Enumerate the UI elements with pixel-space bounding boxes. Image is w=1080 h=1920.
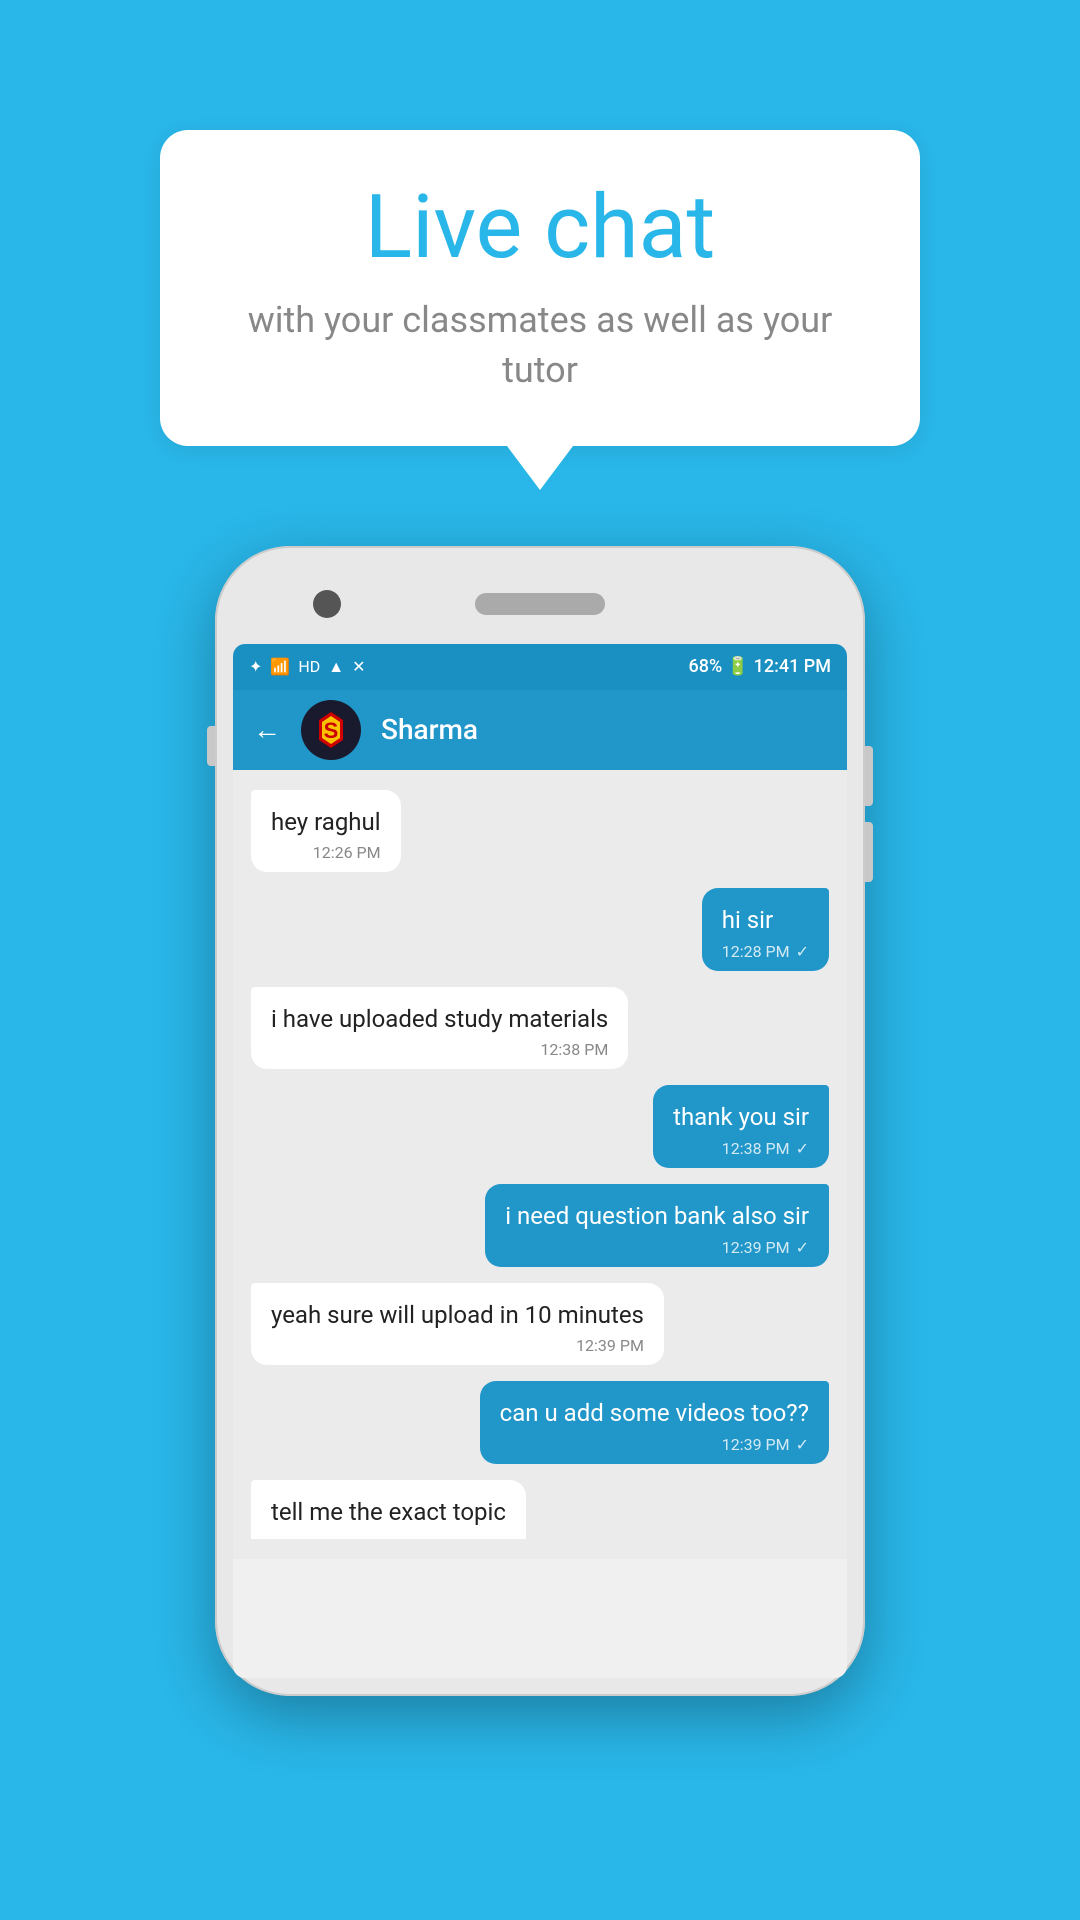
hd-label: HD — [298, 657, 320, 676]
phone-side-buttons — [865, 746, 873, 882]
message-5-time: 12:39 PM — [722, 1238, 790, 1257]
signal-icon: 📶 — [270, 657, 290, 676]
message-7: can u add some videos too?? 12:39 PM ✓ — [480, 1381, 829, 1464]
message-7-tick: ✓ — [796, 1435, 809, 1454]
status-bar: ✦ 📶 HD ▲ ✕ 68% 🔋 12:41 PM — [233, 644, 847, 690]
wifi-icon: ▲ — [328, 657, 344, 677]
message-4-time: 12:38 PM — [722, 1139, 790, 1158]
message-4-meta: 12:38 PM ✓ — [673, 1139, 809, 1158]
network-icon: ✕ — [352, 657, 365, 676]
message-5-tick: ✓ — [796, 1238, 809, 1257]
message-5-text: i need question bank also sir — [505, 1200, 809, 1234]
message-1-time: 12:26 PM — [313, 843, 381, 862]
message-2: hi sir 12:28 PM ✓ — [702, 888, 829, 971]
contact-name: Sharma — [381, 713, 478, 746]
message-6-meta: 12:39 PM — [271, 1336, 644, 1355]
message-2-time: 12:28 PM — [722, 942, 790, 961]
volume-up-button — [865, 746, 873, 806]
status-right-group: 68% 🔋 12:41 PM — [689, 656, 831, 677]
message-4: thank you sir 12:38 PM ✓ — [653, 1085, 829, 1168]
speech-bubble: Live chat with your classmates as well a… — [160, 130, 920, 446]
messages-area: hey raghul 12:26 PM hi sir 12:28 PM ✓ i … — [233, 770, 847, 1560]
speech-bubble-container: Live chat with your classmates as well a… — [160, 130, 920, 446]
message-2-tick: ✓ — [796, 942, 809, 961]
message-8: tell me the exact topic — [251, 1480, 526, 1540]
message-8-text: tell me the exact topic — [271, 1496, 506, 1530]
message-6-text: yeah sure will upload in 10 minutes — [271, 1299, 644, 1333]
battery-percent: 68% — [689, 656, 723, 677]
message-1-text: hey raghul — [271, 806, 381, 840]
clock: 12:41 PM — [754, 656, 831, 677]
message-7-text: can u add some videos too?? — [500, 1397, 809, 1431]
message-3-meta: 12:38 PM — [271, 1040, 608, 1059]
bubble-subtitle: with your classmates as well as your tut… — [220, 295, 860, 396]
status-icons: ✦ 📶 HD ▲ ✕ — [249, 657, 366, 677]
chat-header: ← S Sharma — [233, 690, 847, 770]
bluetooth-icon: ✦ — [249, 657, 262, 676]
phone-screen: ✦ 📶 HD ▲ ✕ 68% 🔋 12:41 PM ← — [233, 644, 847, 1678]
message-2-text: hi sir — [722, 904, 809, 938]
message-3: i have uploaded study materials 12:38 PM — [251, 987, 628, 1070]
contact-avatar: S — [301, 700, 361, 760]
phone-mockup: ✦ 📶 HD ▲ ✕ 68% 🔋 12:41 PM ← — [215, 546, 865, 1696]
message-6: yeah sure will upload in 10 minutes 12:3… — [251, 1283, 664, 1366]
message-2-meta: 12:28 PM ✓ — [722, 942, 809, 961]
message-3-text: i have uploaded study materials — [271, 1003, 608, 1037]
message-5-meta: 12:39 PM ✓ — [505, 1238, 809, 1257]
message-7-meta: 12:39 PM ✓ — [500, 1435, 809, 1454]
phone-speaker — [475, 593, 605, 615]
message-1: hey raghul 12:26 PM — [251, 790, 401, 873]
phone-camera — [313, 590, 341, 618]
superman-avatar-icon: S — [305, 704, 357, 756]
message-5: i need question bank also sir 12:39 PM ✓ — [485, 1184, 829, 1267]
battery-icon: 🔋 — [727, 656, 754, 677]
back-button[interactable]: ← — [253, 713, 281, 746]
message-4-text: thank you sir — [673, 1101, 809, 1135]
message-1-meta: 12:26 PM — [271, 843, 381, 862]
phone-outer: ✦ 📶 HD ▲ ✕ 68% 🔋 12:41 PM ← — [215, 546, 865, 1696]
message-6-time: 12:39 PM — [576, 1336, 644, 1355]
message-7-time: 12:39 PM — [722, 1435, 790, 1454]
bubble-title: Live chat — [220, 180, 860, 277]
volume-down-button — [865, 822, 873, 882]
message-3-time: 12:38 PM — [540, 1040, 608, 1059]
power-button — [207, 726, 215, 766]
message-4-tick: ✓ — [796, 1139, 809, 1158]
phone-top-bar — [233, 564, 847, 644]
svg-text:S: S — [324, 718, 339, 743]
